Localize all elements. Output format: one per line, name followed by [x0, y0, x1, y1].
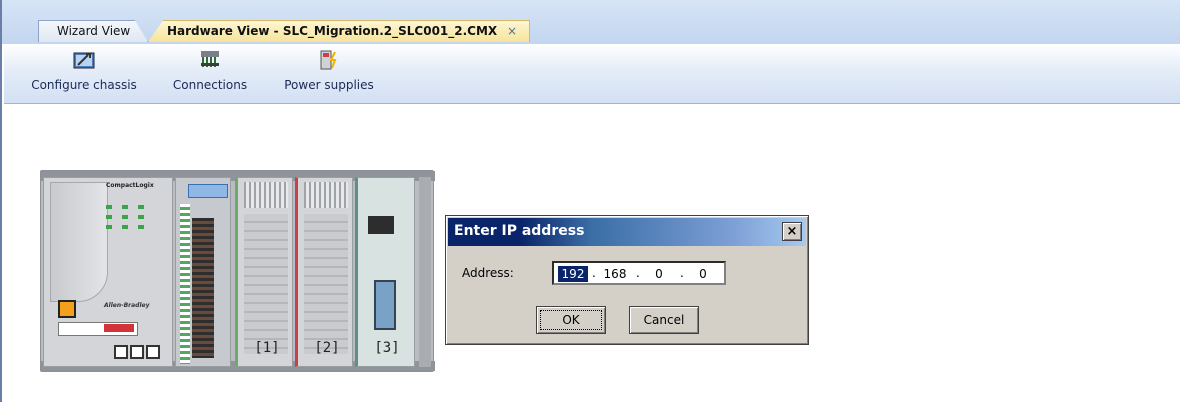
slot-display	[368, 216, 394, 234]
address-label: Address:	[462, 266, 514, 280]
slot-indicator-panel	[244, 182, 288, 208]
cancel-button[interactable]: Cancel	[629, 306, 699, 334]
cpu-maker-logo: Allen-Bradley	[104, 302, 150, 309]
connections-button[interactable]: Connections	[164, 50, 256, 92]
ip-separator: .	[592, 266, 596, 280]
slot-terminal-face	[304, 214, 348, 354]
power-supplies-button[interactable]: Power supplies	[274, 50, 384, 92]
tab-wizard-view[interactable]: Wizard View	[38, 20, 148, 42]
io-slot-2[interactable]: [2]	[295, 177, 353, 367]
connections-label: Connections	[172, 78, 248, 92]
dialog-close-icon[interactable]: ×	[782, 222, 802, 241]
slot-indicator-panel	[304, 182, 348, 208]
cpu-ports	[114, 344, 166, 362]
io-connector	[188, 184, 228, 198]
connections-icon	[201, 51, 219, 67]
slot-terminal-face	[244, 214, 288, 354]
slot-number: [2]	[314, 340, 340, 356]
hardware-view-window: Wizard View Hardware View - SLC_Migratio…	[0, 0, 1180, 402]
document-tab-strip: Wizard View Hardware View - SLC_Migratio…	[2, 0, 1180, 44]
cpu-module-door	[50, 182, 108, 302]
cpu-status-leds	[106, 204, 170, 219]
io-indicator-strip	[180, 204, 190, 364]
tab-close-icon[interactable]: ×	[507, 21, 517, 41]
configure-chassis-label: Configure chassis	[31, 78, 137, 92]
ip-octet-3[interactable]: 0	[644, 266, 674, 282]
cpu-keyswitch-icon	[58, 300, 76, 318]
ribbon-toolbar: Configure chassis Connections Power supp…	[4, 44, 1180, 104]
enter-ip-dialog: Enter IP address × Address: 192 . 168 . …	[445, 215, 809, 345]
configure-chassis-icon	[73, 52, 95, 69]
cpu-brand-label: CompactLogix	[106, 182, 154, 189]
ip-separator: .	[680, 266, 684, 280]
cpu-status-leds	[106, 194, 170, 209]
slot-network-connector	[374, 280, 396, 330]
configure-chassis-button[interactable]: Configure chassis	[24, 50, 144, 92]
ip-separator: .	[636, 266, 640, 280]
cpu-status-leds	[106, 214, 170, 229]
cpu-module[interactable]: CompactLogix Allen-Bradley	[43, 177, 173, 367]
power-supplies-label: Power supplies	[284, 78, 374, 92]
tab-hardware-view-label: Hardware View - SLC_Migration.2_SLC001_2…	[167, 24, 498, 38]
slot-number: [1]	[254, 340, 280, 356]
ip-address-field[interactable]: 192 . 168 . 0 . 0	[552, 261, 726, 285]
chassis-end-cap	[419, 177, 431, 367]
ok-button[interactable]: OK	[536, 306, 606, 334]
ip-octet-4[interactable]: 0	[688, 266, 718, 282]
slot-number: [3]	[374, 340, 400, 356]
dialog-title: Enter IP address	[454, 223, 585, 239]
controller-chassis[interactable]: CompactLogix Allen-Bradley [1] [2] [3]	[40, 170, 435, 372]
io-slot-3[interactable]: [3]	[355, 177, 415, 367]
embedded-io-module[interactable]	[175, 177, 231, 367]
ip-octet-1[interactable]: 192	[558, 266, 588, 282]
tab-hardware-view[interactable]: Hardware View - SLC_Migration.2_SLC001_2…	[148, 20, 530, 42]
io-terminal-block	[192, 218, 214, 358]
dialog-title-bar[interactable]: Enter IP address ×	[448, 218, 806, 246]
io-slot-1[interactable]: [1]	[235, 177, 293, 367]
power-supplies-icon	[320, 50, 337, 70]
cpu-warning-label	[104, 324, 134, 332]
ip-octet-2[interactable]: 168	[600, 266, 630, 282]
